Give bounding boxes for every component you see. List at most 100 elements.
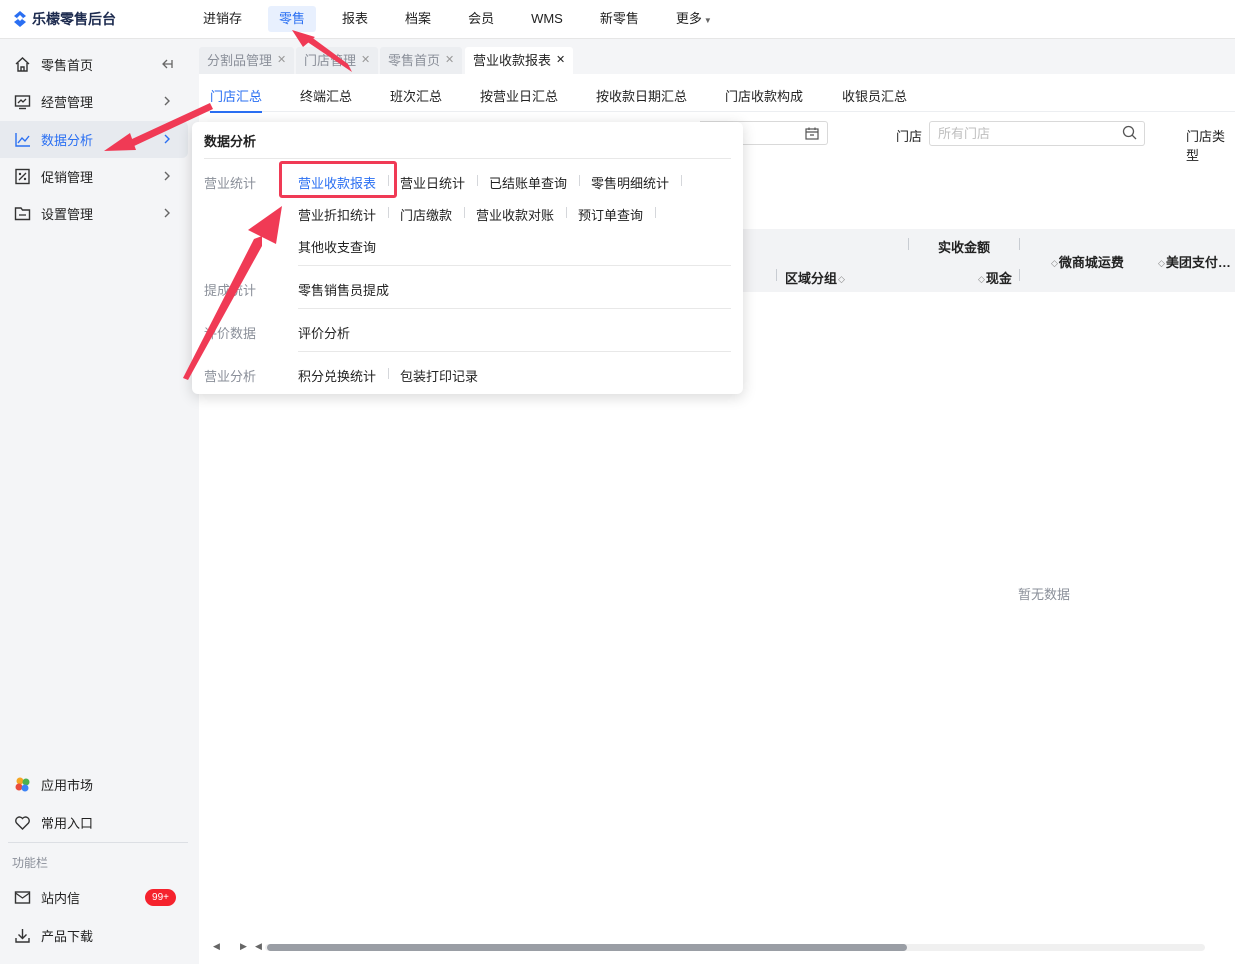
link-preorder-query[interactable]: 预订单查询 bbox=[578, 205, 643, 224]
top-nav: 进销存 零售 报表 档案 会员 WMS 新零售 更多 ▼ bbox=[192, 6, 738, 32]
subtab-payment-date-summary[interactable]: 按收款日期汇总 bbox=[596, 86, 687, 105]
download-label: 产品下载 bbox=[41, 929, 94, 944]
link-separator bbox=[579, 175, 580, 186]
data-analysis-menu-panel: 数据分析 营业统计 营业收款报表 营业日统计 已结账单查询 零售明细统计 营业折… bbox=[192, 122, 743, 394]
app-market-icon bbox=[13, 776, 31, 794]
topnav-item-inventory[interactable]: 进销存 bbox=[192, 6, 253, 32]
topnav-item-retail[interactable]: 零售 bbox=[268, 6, 317, 32]
sort-icon[interactable]: ◇ bbox=[978, 274, 985, 285]
top-bar: 乐檬零售后台 进销存 零售 报表 档案 会员 WMS 新零售 更多 ▼ bbox=[0, 0, 1235, 39]
close-icon[interactable]: ✕ bbox=[556, 47, 565, 74]
sort-icon[interactable]: ◇ bbox=[1051, 258, 1058, 269]
group-label-business-stats: 营业统计 bbox=[204, 176, 257, 191]
calendar-icon bbox=[805, 127, 819, 140]
store-filter-label: 门店 bbox=[896, 129, 923, 144]
link-settled-bill-query[interactable]: 已结账单查询 bbox=[489, 173, 567, 192]
function-bar-title: 功能栏 bbox=[12, 856, 49, 870]
topnav-item-wms[interactable]: WMS bbox=[520, 6, 574, 32]
link-receipts-reconciliation[interactable]: 营业收款对账 bbox=[476, 205, 554, 224]
subtab-cashier-summary[interactable]: 收银员汇总 bbox=[842, 86, 907, 105]
link-store-payment[interactable]: 门店缴款 bbox=[400, 205, 452, 224]
subtab-terminal-summary[interactable]: 终端汇总 bbox=[300, 86, 352, 105]
mail-icon bbox=[13, 889, 31, 907]
sidebar-item-retail-home[interactable]: 零售首页 bbox=[0, 46, 188, 83]
sidebar-item-label: 经营管理 bbox=[41, 95, 94, 110]
store-type-filter-label: 门店类型 bbox=[1186, 129, 1226, 163]
line-chart-icon bbox=[13, 131, 31, 149]
region-group-label: 区域分组 bbox=[785, 271, 838, 286]
column-separator bbox=[908, 238, 909, 250]
topnav-item-archives[interactable]: 档案 bbox=[394, 6, 442, 32]
scroll-start-button[interactable]: ◀ bbox=[255, 941, 262, 952]
empty-state-text: 暂无数据 bbox=[1018, 587, 1071, 602]
heart-icon bbox=[13, 814, 31, 832]
subtab-store-summary[interactable]: 门店汇总 bbox=[210, 86, 263, 113]
link-evaluation-analysis[interactable]: 评价分析 bbox=[298, 323, 350, 342]
header-meituan-pay[interactable]: ◇美团支付… bbox=[1157, 252, 1231, 271]
close-icon[interactable]: ✕ bbox=[361, 47, 370, 74]
sort-icon[interactable]: ◇ bbox=[838, 274, 845, 285]
header-region-group[interactable]: 区域分组◇ bbox=[785, 268, 846, 287]
more-label: 更多 bbox=[675, 11, 702, 26]
search-icon[interactable] bbox=[1122, 125, 1137, 140]
common-entry-link[interactable]: 常用入口 bbox=[0, 804, 188, 841]
collapse-sidebar-icon[interactable] bbox=[160, 57, 174, 71]
header-cash[interactable]: ◇现金 bbox=[977, 268, 1012, 287]
link-retail-detail-stats[interactable]: 零售明细统计 bbox=[591, 173, 669, 192]
sidebar-item-settings[interactable]: 设置管理 bbox=[0, 195, 188, 232]
link-business-day-stats[interactable]: 营业日统计 bbox=[400, 173, 465, 192]
sort-icon[interactable]: ◇ bbox=[1158, 258, 1165, 269]
link-business-discount-stats[interactable]: 营业折扣统计 bbox=[298, 205, 376, 224]
sidebar-item-label: 设置管理 bbox=[41, 207, 94, 222]
tab-retail-home[interactable]: 零售首页 ✕ bbox=[380, 47, 463, 74]
app-market-link[interactable]: 应用市场 bbox=[0, 766, 188, 803]
group-label-business-analysis: 营业分析 bbox=[204, 369, 257, 384]
messages-link[interactable]: 站内信 99+ bbox=[0, 879, 188, 916]
column-separator bbox=[776, 269, 777, 281]
subtab-shift-summary[interactable]: 班次汇总 bbox=[390, 86, 442, 105]
tab-split-goods[interactable]: 分割品管理 ✕ bbox=[199, 47, 295, 74]
horizontal-scroll-thumb[interactable] bbox=[267, 944, 907, 951]
download-link[interactable]: 产品下载 bbox=[0, 917, 188, 954]
tab-label: 零售首页 bbox=[388, 53, 441, 68]
subtab-business-day-summary[interactable]: 按营业日汇总 bbox=[480, 86, 558, 105]
topnav-item-reports[interactable]: 报表 bbox=[331, 6, 379, 32]
sidebar-item-label: 促销管理 bbox=[41, 170, 94, 185]
link-separator bbox=[388, 368, 389, 379]
sidebar-item-label: 数据分析 bbox=[41, 133, 94, 148]
close-icon[interactable]: ✕ bbox=[277, 47, 286, 74]
header-weishang-freight[interactable]: ◇微商城运费 bbox=[1050, 252, 1124, 271]
link-salesperson-commission[interactable]: 零售销售员提成 bbox=[298, 280, 389, 299]
app-market-label: 应用市场 bbox=[41, 778, 94, 793]
app-logo[interactable]: 乐檬零售后台 bbox=[12, 9, 116, 29]
sidebar-item-promotion[interactable]: 促销管理 bbox=[0, 158, 188, 195]
scroll-right-button[interactable]: ▶ bbox=[240, 941, 247, 952]
report-subtabs: 门店汇总 终端汇总 班次汇总 按营业日汇总 按收款日期汇总 门店收款构成 收银员… bbox=[199, 74, 1235, 113]
link-points-exchange-stats[interactable]: 积分兑换统计 bbox=[298, 366, 376, 385]
tab-store-management[interactable]: 门店管理 ✕ bbox=[296, 47, 379, 74]
link-package-print-records[interactable]: 包装打印记录 bbox=[400, 366, 478, 385]
column-separator bbox=[1019, 238, 1020, 250]
panel-divider bbox=[204, 158, 731, 159]
link-separator bbox=[681, 175, 682, 186]
scroll-left-button[interactable]: ◀ bbox=[213, 941, 220, 952]
store-search-input[interactable] bbox=[929, 121, 1145, 146]
link-other-income-expense[interactable]: 其他收支查询 bbox=[298, 237, 376, 256]
topnav-item-members[interactable]: 会员 bbox=[457, 6, 505, 32]
subtab-store-payment-composition[interactable]: 门店收款构成 bbox=[725, 86, 803, 105]
tab-business-receipts-report[interactable]: 营业收款报表 ✕ bbox=[465, 47, 574, 74]
logo-icon bbox=[14, 11, 26, 27]
topnav-item-more[interactable]: 更多 ▼ bbox=[665, 6, 723, 32]
chevron-right-icon bbox=[164, 96, 170, 106]
topnav-item-new-retail[interactable]: 新零售 bbox=[589, 6, 650, 32]
group-label-evaluation-data: 评价数据 bbox=[204, 326, 257, 341]
sidebar-item-data-analysis[interactable]: 数据分析 bbox=[0, 121, 188, 158]
sidebar-item-business[interactable]: 经营管理 bbox=[0, 83, 188, 120]
home-icon bbox=[13, 56, 31, 74]
monitor-icon bbox=[13, 93, 31, 111]
highlight-box bbox=[279, 161, 397, 198]
folder-icon bbox=[13, 205, 31, 223]
header-actual-amount: 实收金额 bbox=[938, 240, 991, 255]
link-separator bbox=[655, 207, 656, 218]
close-icon[interactable]: ✕ bbox=[445, 47, 454, 74]
